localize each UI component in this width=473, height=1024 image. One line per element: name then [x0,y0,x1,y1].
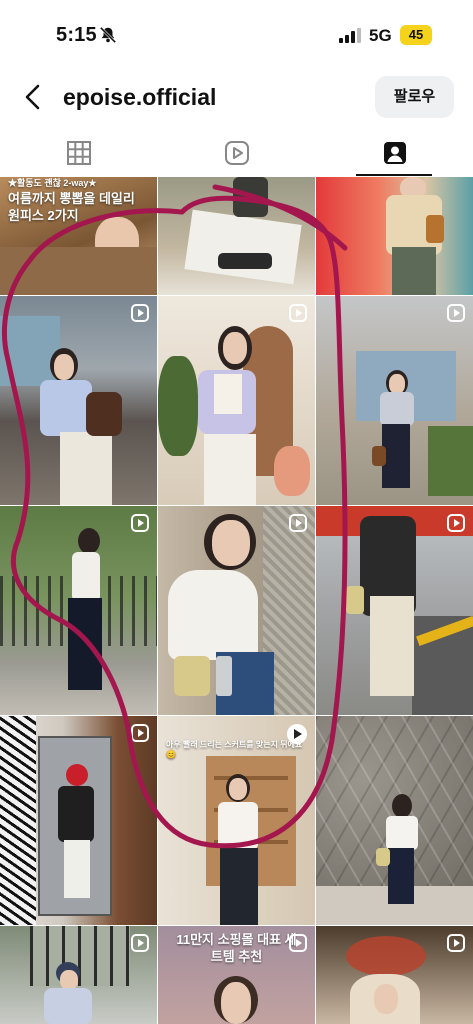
tagged-icon [383,142,406,164]
grid-icon [66,141,91,165]
post-caption: 11만지 소핑몰 대표 세트템 추천 [176,932,297,964]
carousel-icon [447,304,465,322]
follow-button[interactable]: 팔로우 [375,76,454,118]
post-thumbnail[interactable] [316,926,473,1024]
status-bar: 5:15 5G 45 [0,0,473,64]
post-thumbnail[interactable] [0,716,157,925]
post-thumbnail[interactable] [316,506,473,715]
status-time: 5:15 [56,24,97,46]
carousel-icon [289,514,307,532]
post-thumbnail[interactable] [0,506,157,715]
post-thumbnail[interactable] [316,716,473,925]
play-icon [287,724,307,744]
tab-tagged[interactable] [316,130,473,176]
post-thumbnail[interactable]: ★활동도 괜찮 2-way★ 여름까지 뽕뽑을 데일리 원피스 2가지 [0,177,157,295]
post-thumbnail[interactable] [0,926,157,1024]
carousel-icon [131,724,149,742]
post-thumbnail[interactable] [0,296,157,505]
post-caption-top: ★활동도 괜찮 2-way★ [8,178,97,188]
carousel-icon [447,934,465,952]
carousel-icon [289,934,307,952]
post-thumbnail[interactable]: 11만지 소핑몰 대표 세트템 추천 [158,926,315,1024]
post-caption: 아우 빨래 드리는 스커트를 맞는지 뒤에요 😊 [166,740,303,760]
post-thumbnail[interactable] [158,177,315,295]
post-thumbnail[interactable] [158,296,315,505]
bell-muted-icon [99,26,117,44]
carousel-icon [131,934,149,952]
profile-username: epoise.official [63,84,217,110]
post-thumbnail[interactable] [316,177,473,295]
post-thumbnail[interactable] [316,296,473,505]
selected-tab-indicator [356,174,432,176]
post-caption: 여름까지 뽕뽑을 데일리 원피스 2가지 [8,191,135,223]
battery-indicator: 45 [400,25,432,45]
carousel-icon [131,514,149,532]
posts-grid: ★활동도 괜찮 2-way★ 여름까지 뽕뽑을 데일리 원피스 2가지 아우 빨… [0,177,473,1024]
reels-icon [224,141,249,165]
post-thumbnail[interactable] [158,506,315,715]
carousel-icon [131,304,149,322]
profile-header: epoise.official 팔로우 [0,72,473,124]
back-arrow-icon[interactable] [20,82,46,112]
signal-icon [339,28,361,43]
tab-reels[interactable] [158,130,315,176]
tab-posts[interactable] [0,130,157,176]
network-type: 5G [369,26,392,45]
post-thumbnail[interactable]: 아우 빨래 드리는 스커트를 맞는지 뒤에요 😊 [158,716,315,925]
profile-tabs [0,130,473,176]
carousel-icon [289,304,307,322]
carousel-icon [447,514,465,532]
